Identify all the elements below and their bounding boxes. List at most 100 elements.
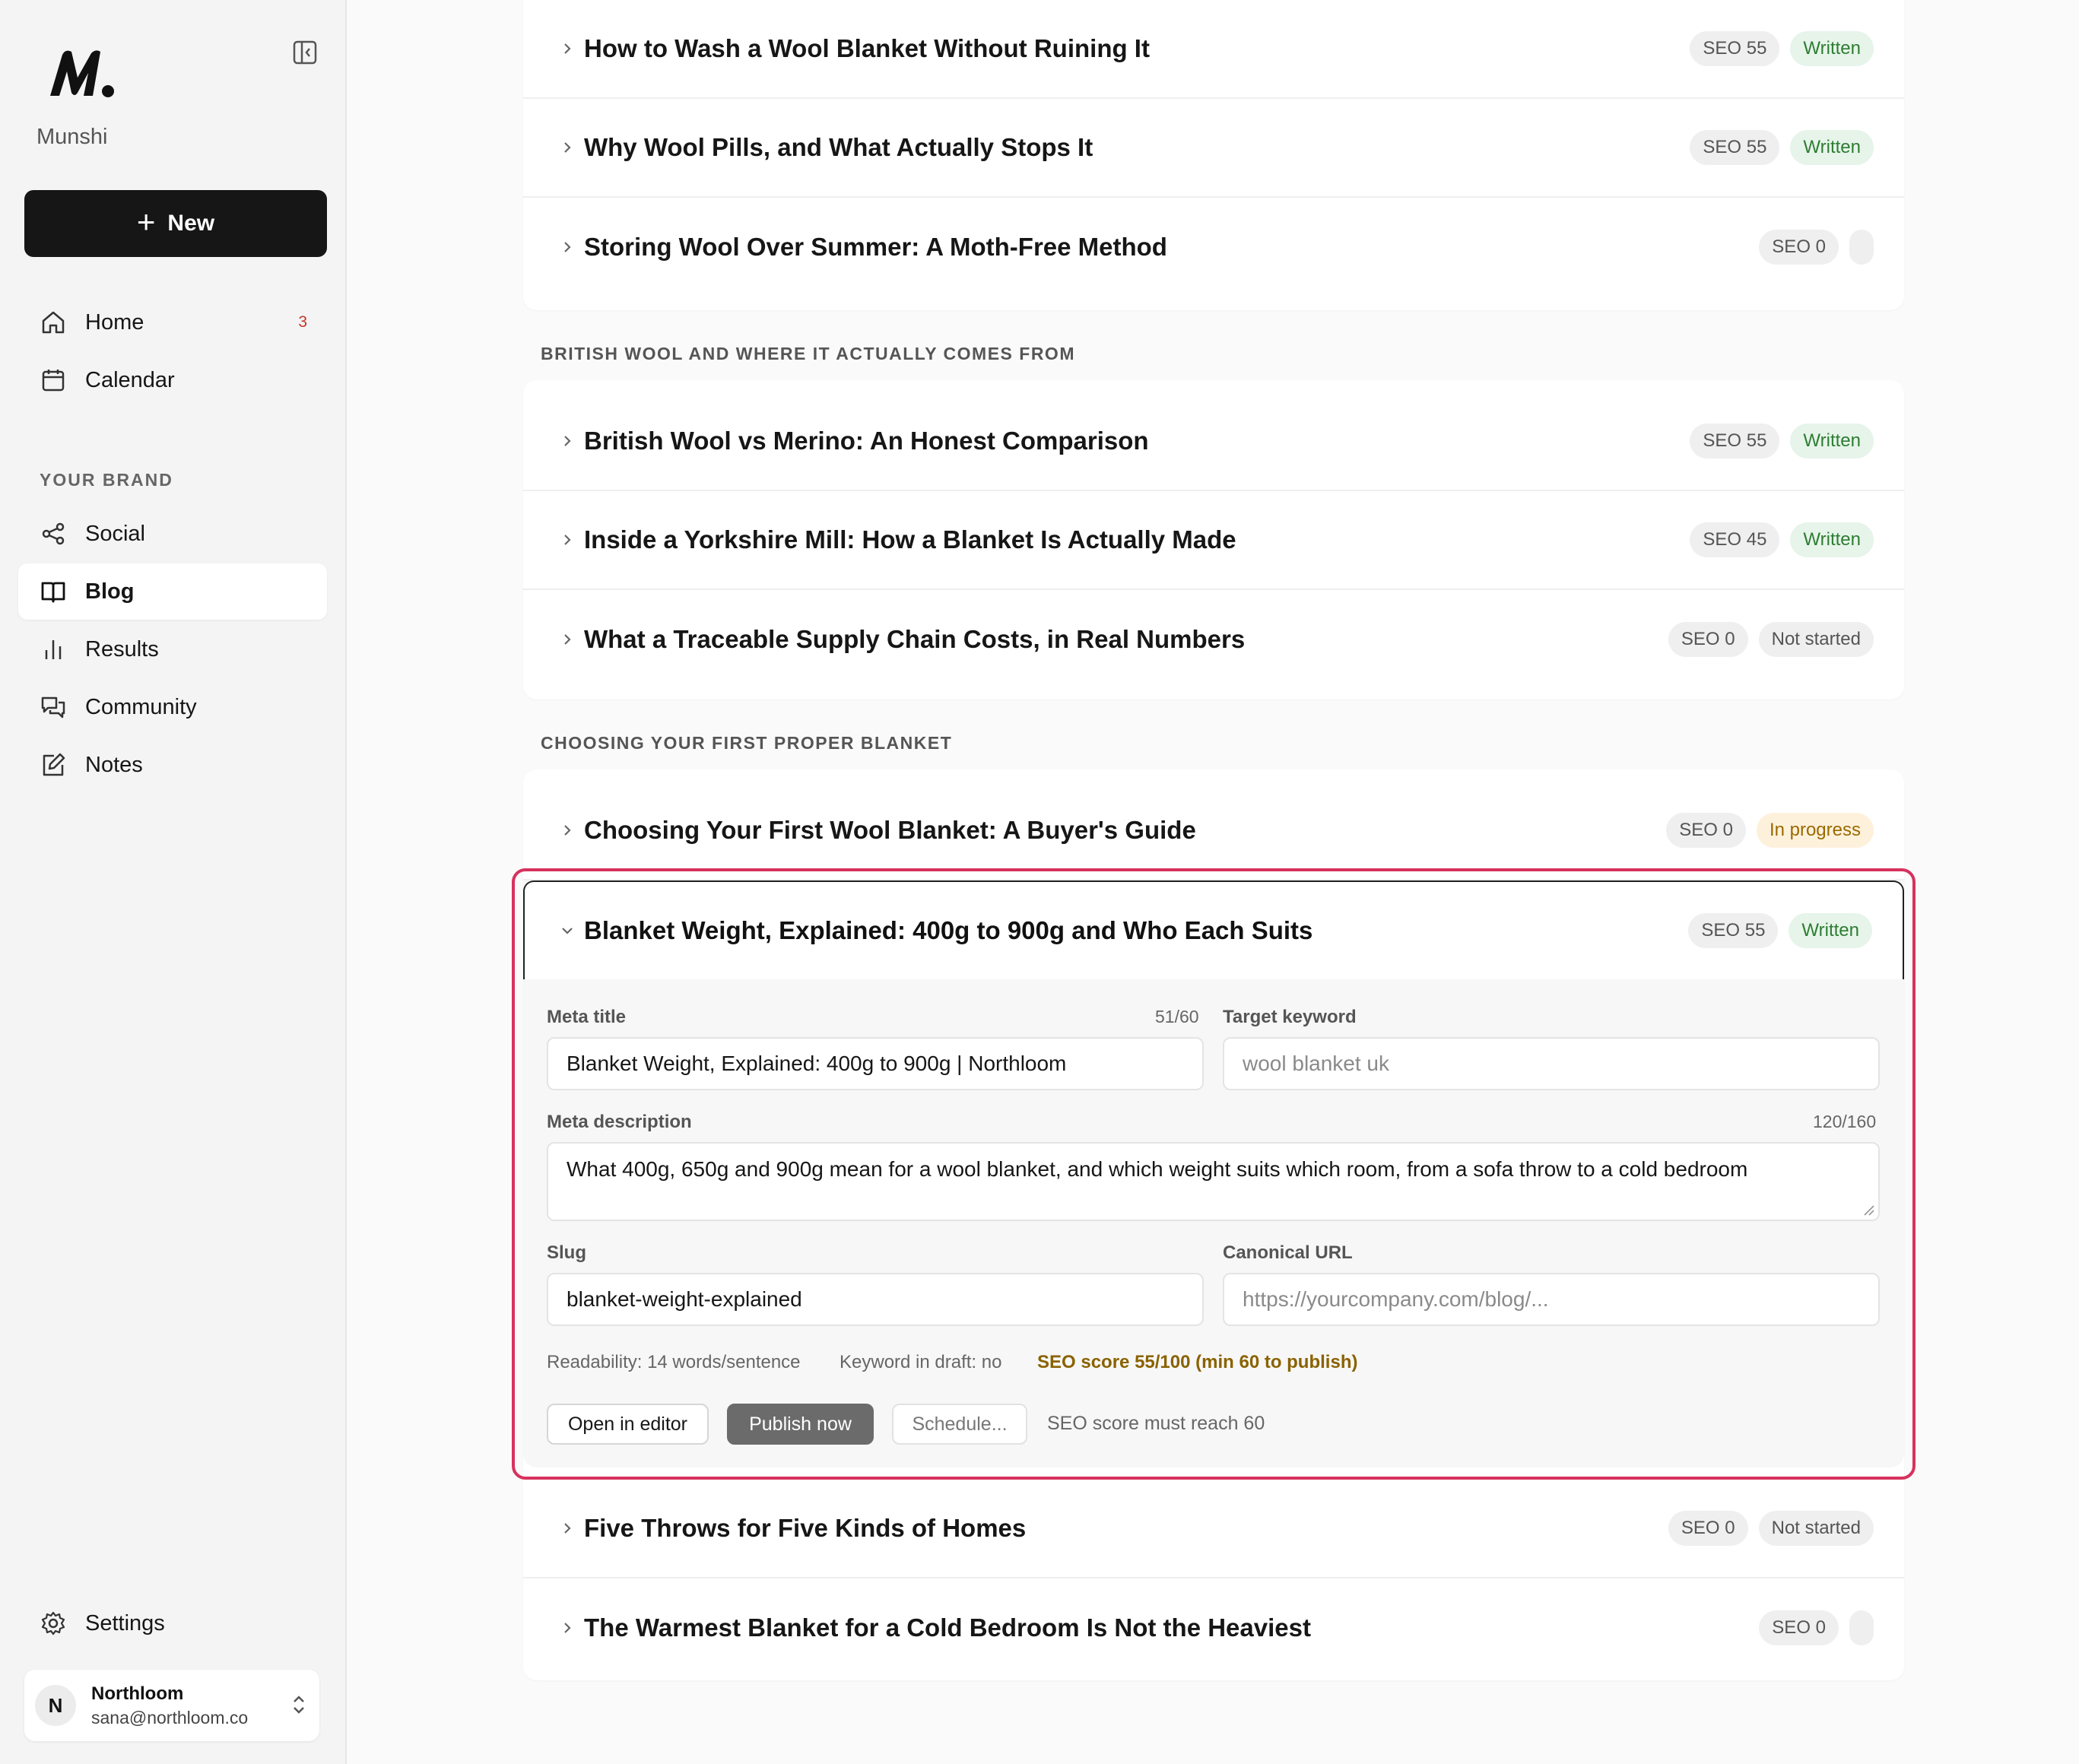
post-row[interactable]: Choosing Your First Wool Blanket: A Buye… [523, 782, 1904, 880]
seo-badge: SEO 0 [1666, 813, 1746, 848]
post-title: British Wool vs Merino: An Honest Compar… [584, 427, 1149, 455]
canonical-url-input[interactable]: https://yourcompany.com/blog/... [1223, 1273, 1880, 1326]
post-badges: SEO 0 Not started [1668, 1511, 1874, 1546]
collapse-sidebar-icon[interactable] [292, 40, 318, 65]
chevron-right-icon [564, 1623, 571, 1633]
gear-icon [38, 1608, 68, 1639]
slug-label: Slug [547, 1242, 586, 1263]
group-label: BRITISH WOOL AND WHERE IT ACTUALLY COMES… [541, 344, 1075, 363]
sidebar-item-label: Community [85, 694, 197, 719]
seo-badge: SEO 55 [1690, 130, 1780, 165]
post-title: What a Traceable Supply Chain Costs, in … [584, 625, 1246, 653]
status-badge: Written [1790, 424, 1874, 458]
notification-badge: 3 [298, 313, 307, 331]
resize-handle-icon[interactable] [1863, 1204, 1875, 1217]
slug-input[interactable]: blanket-weight-explained [547, 1273, 1204, 1326]
post-row[interactable]: The Warmest Blanket for a Cold Bedroom I… [523, 1578, 1904, 1677]
avatar: N [35, 1685, 76, 1726]
chevron-right-icon [564, 43, 571, 54]
meta-title-label: Meta title [547, 1007, 627, 1027]
target-keyword-input[interactable]: wool blanket uk [1223, 1037, 1880, 1090]
chevron-up-down-icon [294, 1696, 304, 1714]
readability-stat: Readability: 14 words/sentence [547, 1352, 801, 1372]
status-badge [1849, 1610, 1874, 1645]
sidebar-item-social[interactable]: Social [18, 506, 327, 562]
chat-icon [38, 692, 68, 722]
post-row[interactable]: How to Wash a Wool Blanket Without Ruini… [523, 0, 1904, 99]
post-badges: SEO 55 Written [1690, 130, 1874, 165]
target-keyword-label: Target keyword [1223, 1007, 1357, 1027]
group-label: CHOOSING YOUR FIRST PROPER BLANKET [541, 733, 953, 753]
meta-title-input[interactable]: Blanket Weight, Explained: 400g to 900g … [547, 1037, 1204, 1090]
new-button-label: New [167, 211, 215, 236]
post-title: How to Wash a Wool Blanket Without Ruini… [584, 34, 1150, 62]
meta-description-label: Meta description [547, 1112, 692, 1132]
seo-badge: SEO 0 [1668, 1511, 1748, 1546]
post-group: British Wool vs Merino: An Honest Compar… [523, 380, 1904, 700]
post-badges: SEO 0 Not started [1668, 622, 1874, 657]
chevron-right-icon [564, 242, 571, 252]
account-name: Northloom [91, 1683, 184, 1704]
sidebar-item-label: Settings [85, 1610, 165, 1636]
chevron-right-icon [564, 535, 571, 545]
keyword-in-draft-stat: Keyword in draft: no [840, 1352, 1002, 1372]
sidebar-item-calendar[interactable]: Calendar [18, 352, 327, 408]
post-row[interactable]: British Wool vs Merino: An Honest Compar… [523, 392, 1904, 491]
edit-icon [38, 750, 68, 780]
post-badges: SEO 0 [1759, 230, 1874, 265]
post-title: The Warmest Blanket for a Cold Bedroom I… [584, 1613, 1311, 1642]
chevron-right-icon [564, 142, 571, 153]
home-icon [38, 307, 68, 338]
seo-badge: SEO 55 [1690, 424, 1780, 458]
seo-score-warning: SEO score 55/100 (min 60 to publish) [1037, 1352, 1358, 1372]
post-row[interactable]: What a Traceable Supply Chain Costs, in … [523, 590, 1904, 689]
sidebar-item-home[interactable]: Home 3 [18, 294, 327, 351]
seo-badge: SEO 55 [1690, 31, 1780, 66]
post-row[interactable]: Five Throws for Five Kinds of Homes SEO … [523, 1480, 1904, 1578]
post-title: Five Throws for Five Kinds of Homes [584, 1514, 1027, 1542]
sidebar-item-community[interactable]: Community [18, 679, 327, 735]
seo-badge: SEO 0 [1759, 230, 1839, 265]
schedule-button[interactable]: Schedule... [892, 1404, 1027, 1445]
publish-hint: SEO score must reach 60 [1047, 1413, 1265, 1434]
publish-now-button[interactable]: Publish now [727, 1404, 874, 1445]
status-badge: Written [1790, 31, 1874, 66]
new-button[interactable]: + New [24, 190, 327, 257]
brand-name: Munshi [37, 125, 108, 149]
post-badges: SEO 55 Written [1690, 31, 1874, 66]
post-row[interactable]: Storing Wool Over Summer: A Moth-Free Me… [523, 198, 1904, 297]
chevron-right-icon [564, 436, 571, 446]
sidebar-item-results[interactable]: Results [18, 621, 327, 677]
bar-chart-icon [38, 634, 68, 665]
status-badge: Not started [1758, 622, 1874, 657]
sidebar-item-notes[interactable]: Notes [18, 737, 327, 793]
open-in-editor-button[interactable]: Open in editor [547, 1404, 709, 1445]
post-row[interactable]: Why Wool Pills, and What Actually Stops … [523, 99, 1904, 198]
chevron-right-icon [564, 634, 571, 645]
section-label: YOUR BRAND [40, 470, 173, 490]
account-email: sana@northloom.co [91, 1708, 249, 1728]
seo-badge: SEO 45 [1690, 522, 1780, 557]
sidebar-item-label: Calendar [85, 367, 175, 392]
status-badge [1849, 230, 1874, 265]
sidebar-item-label: Results [85, 636, 159, 662]
sidebar-item-settings[interactable]: Settings [18, 1595, 327, 1651]
meta-description-counter: 120/160 [1813, 1112, 1877, 1131]
meta-description-textarea[interactable]: What 400g, 650g and 900g mean for a wool… [547, 1142, 1880, 1221]
post-row[interactable]: Inside a Yorkshire Mill: How a Blanket I… [523, 491, 1904, 590]
status-badge: In progress [1756, 813, 1874, 848]
plus-icon: + [136, 204, 156, 240]
sidebar-item-label: Notes [85, 752, 143, 777]
post-badges: SEO 45 Written [1690, 522, 1874, 557]
sidebar-item-blog[interactable]: Blog [18, 563, 327, 620]
seo-badge: SEO 0 [1668, 622, 1748, 657]
chevron-right-icon [564, 825, 571, 836]
post-title: Choosing Your First Wool Blanket: A Buye… [584, 816, 1196, 844]
meta-title-counter: 51/60 [1155, 1007, 1199, 1026]
chevron-right-icon [564, 1523, 571, 1534]
account-switcher[interactable]: N Northloom sana@northloom.co [24, 1670, 319, 1741]
munshi-logo-icon[interactable] [47, 47, 116, 100]
canonical-url-label: Canonical URL [1223, 1242, 1353, 1263]
status-badge: Not started [1758, 1511, 1874, 1546]
book-icon [38, 576, 68, 607]
